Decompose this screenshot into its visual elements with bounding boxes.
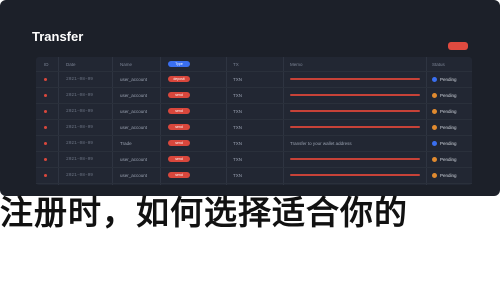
row-tx: TXN: [233, 76, 242, 82]
row-memo-bar: [290, 94, 420, 96]
header-name: Name: [120, 61, 133, 67]
row-marker-dot: [44, 141, 47, 145]
row-tx: TXN: [233, 108, 242, 114]
row-memo-bar: [290, 174, 420, 176]
caption-text: 注册时，如何选择适合你的: [0, 193, 408, 232]
header-type-pill[interactable]: Type: [168, 61, 190, 67]
row-tx: TXN: [233, 92, 242, 98]
row-name: user_account: [120, 172, 148, 178]
row-marker-dot: [44, 77, 47, 81]
row-date: 2021-08-09: [66, 108, 94, 114]
row-memo-bar: [290, 158, 420, 160]
row-name: user_account: [120, 156, 148, 162]
row-status: Pending: [440, 108, 457, 114]
row-date: 2021-08-09: [66, 76, 94, 82]
row-tx: TXN: [233, 172, 242, 178]
row-status: Pending: [440, 92, 457, 98]
row-memo-bar: [290, 78, 420, 80]
row-date: 2021-08-09: [66, 172, 94, 178]
status-dot: [432, 156, 437, 162]
row-marker-dot: [44, 93, 47, 97]
status-dot: [432, 124, 437, 130]
row-date: 2021-08-09: [66, 140, 94, 146]
row-name: user_account: [120, 76, 148, 82]
row-name: user_account: [120, 124, 148, 130]
row-status: Pending: [440, 124, 457, 130]
row-name: user_account: [120, 108, 148, 114]
row-type-pill[interactable]: send: [168, 108, 190, 114]
status-dot: [432, 172, 437, 178]
header-status: Status: [432, 61, 445, 67]
table-row[interactable]: 2021-08-09 user_account send TXN Pending: [36, 119, 472, 136]
row-date: 2021-08-09: [66, 92, 94, 98]
row-tx: TXN: [233, 140, 242, 146]
table-row[interactable]: 2021-08-09 Trade send TXN Transfer to yo…: [36, 135, 472, 152]
row-marker-dot: [44, 109, 47, 113]
header-id: ID: [44, 61, 49, 67]
row-memo: Transfer to your wallet address: [290, 140, 352, 146]
row-date: 2021-08-09: [66, 156, 94, 162]
row-name: Trade: [120, 140, 132, 146]
table-row[interactable]: 2021-08-09 user_account send TXN Pending: [36, 151, 472, 168]
row-type-pill[interactable]: deposit: [168, 76, 190, 82]
new-transfer-button[interactable]: [448, 42, 468, 50]
header-tx: TX: [233, 61, 239, 67]
row-memo-bar: [290, 110, 420, 112]
row-name: user_account: [120, 92, 148, 98]
row-status: Pending: [440, 76, 457, 82]
row-memo-bar: [290, 126, 420, 128]
row-tx: TXN: [233, 156, 242, 162]
row-status: Pending: [440, 140, 457, 146]
row-type-pill[interactable]: send: [168, 172, 190, 178]
table-row[interactable]: 2021-08-09 user_account deposit TXN Pend…: [36, 71, 472, 88]
row-type-pill[interactable]: send: [168, 140, 190, 146]
header-date: Date: [66, 61, 76, 67]
header-memo: Memo: [290, 61, 303, 67]
status-dot: [432, 140, 437, 146]
row-marker-dot: [44, 125, 47, 129]
page-title: Transfer: [32, 29, 84, 44]
row-status: Pending: [440, 156, 457, 162]
row-type-pill[interactable]: send: [168, 124, 190, 130]
row-marker-dot: [44, 157, 47, 161]
transfer-table: ID Date Name Type TX Memo Status 2021-08…: [36, 57, 472, 185]
row-tx: TXN: [233, 124, 242, 130]
row-type-pill[interactable]: send: [168, 156, 190, 162]
status-dot: [432, 92, 437, 98]
status-dot: [432, 108, 437, 114]
row-type-pill[interactable]: send: [168, 92, 190, 98]
app-window: Transfer ID Date Name Type TX Memo Statu…: [0, 0, 500, 196]
row-marker-dot: [44, 173, 47, 177]
row-date: 2021-08-09: [66, 124, 94, 130]
table-row[interactable]: 2021-08-09 user_account send TXN Pending: [36, 87, 472, 104]
table-row[interactable]: 2021-08-09 user_account send TXN Pending: [36, 103, 472, 120]
status-dot: [432, 76, 437, 82]
table-header-row: ID Date Name Type TX Memo Status: [36, 57, 472, 72]
row-status: Pending: [440, 172, 457, 178]
table-row[interactable]: 2021-08-09 user_account send TXN Pending: [36, 167, 472, 184]
